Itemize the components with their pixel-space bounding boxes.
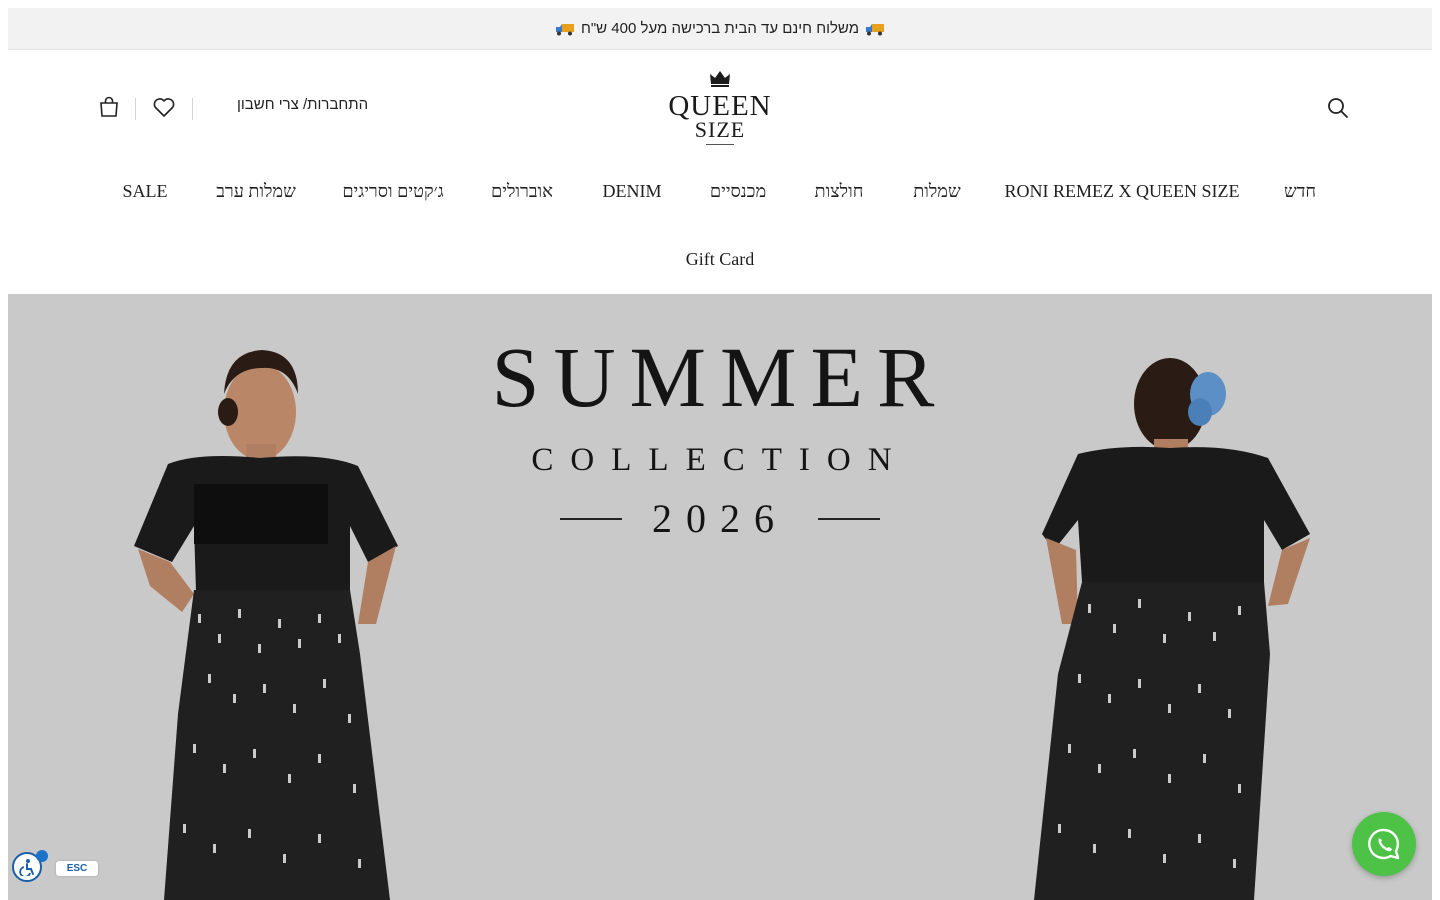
nav-item-sale[interactable]: SALE [123,181,168,202]
whatsapp-chat-button[interactable] [1352,812,1416,876]
nav-item-evening-dresses[interactable]: שמלות ערב [216,181,296,202]
page: משלוח חינם עד הבית ברכישה מעל 400 ש"ח הת… [8,8,1432,900]
nav-item-roni-remez[interactable]: RONI REMEZ X QUEEN SIZE [1005,181,1240,202]
accessibility-icon [19,859,34,876]
checkmark-icon [36,850,48,862]
decorative-rule [560,517,622,520]
whatsapp-icon [1368,828,1400,860]
nav-item-shirts[interactable]: חולצות [815,181,864,202]
nav-item-jackets[interactable]: ג׳קטים וסריגים [342,181,443,202]
truck-icon [555,22,575,36]
cart-button[interactable] [98,96,120,118]
main-nav: חדש RONI REMEZ X QUEEN SIZE שמלות חולצות… [8,150,1432,293]
logo-text-size: SIZE [694,117,746,142]
hero-banner[interactable]: SUMMER COLLECTION 2026 [8,294,1432,900]
truck-icon [865,22,885,36]
nav-item-new[interactable]: חדש [1284,181,1316,202]
site-logo[interactable]: QUEEN SIZE [668,68,772,148]
search-icon [1328,98,1348,118]
announcement-bar: משלוח חינם עד הבית ברכישה מעל 400 ש"ח [8,8,1432,50]
site-header: התחברות/ צרי חשבון QUEEN SIZE [8,50,1432,150]
nav-item-overalls[interactable]: אוברולים [491,181,553,202]
announcement-text: משלוח חינם עד הבית ברכישה מעל 400 ש"ח [580,20,860,37]
shopping-bag-icon [100,96,118,117]
esc-button[interactable]: ESC [56,861,98,876]
nav-item-pants[interactable]: מכנסיים [710,181,766,202]
crown-icon [710,71,730,87]
nav-item-gift-card[interactable]: Gift Card [686,249,754,270]
logo-underline [706,144,734,145]
decorative-rule [818,517,880,520]
login-link[interactable]: התחברות/ צרי חשבון [237,96,368,113]
heart-icon [153,98,175,117]
nav-item-dresses[interactable]: שמלות [913,181,960,202]
model-back-image [1034,358,1310,900]
hero-year: 2026 [652,496,788,541]
nav-item-denim[interactable]: DENIM [603,181,662,202]
header-divider [135,98,136,120]
search-button[interactable] [1326,96,1350,120]
header-divider [192,98,193,120]
wishlist-button[interactable] [152,96,176,118]
